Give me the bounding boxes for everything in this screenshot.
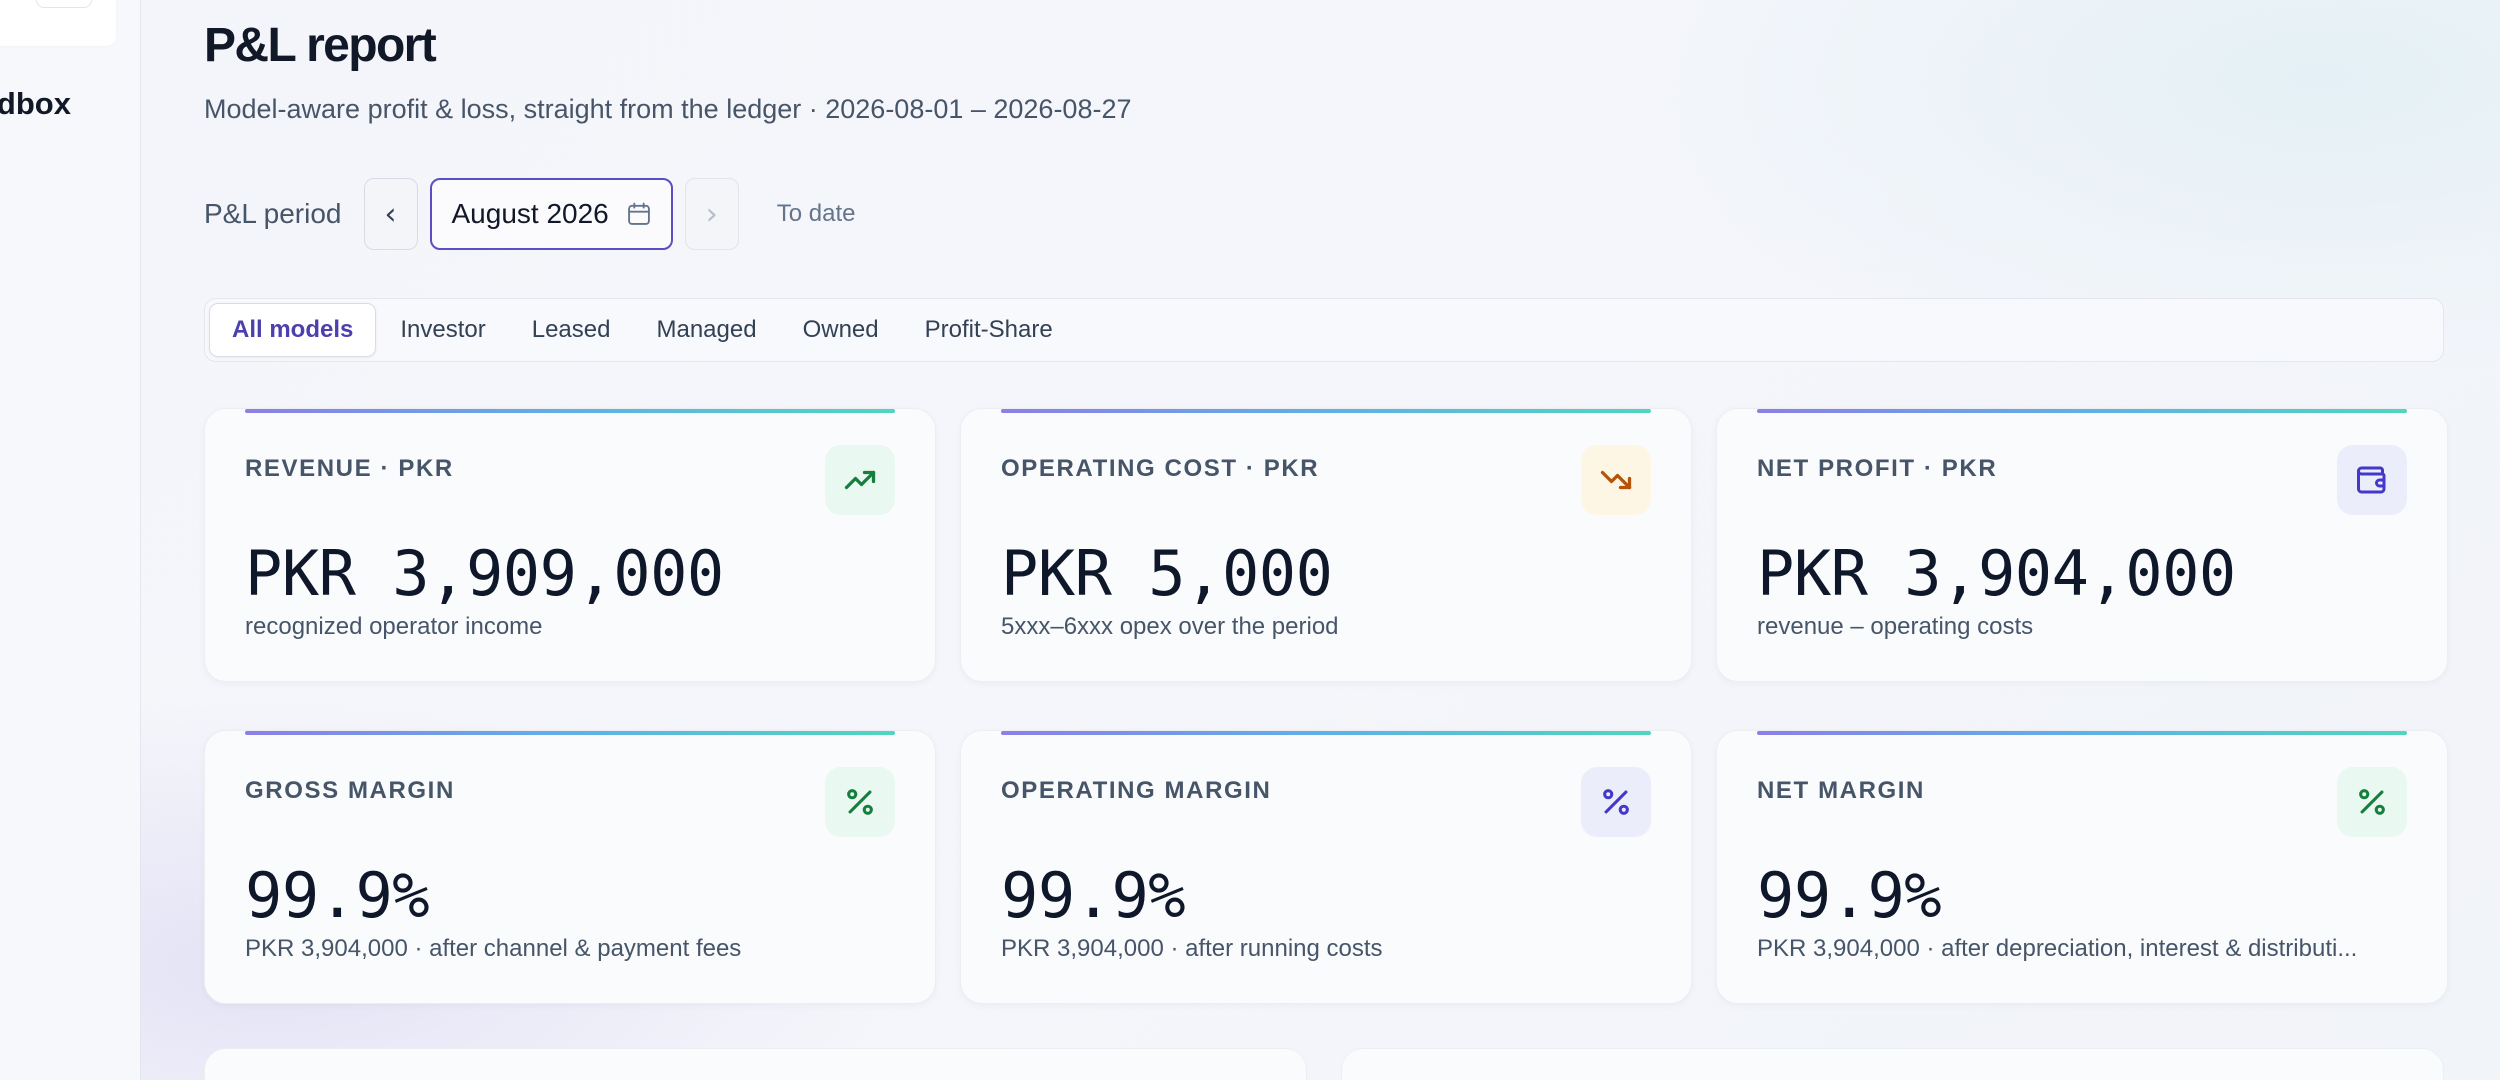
chevron-right-icon: ›: [705, 196, 718, 232]
card-note: 5xxx–6xxx opex over the period: [1001, 613, 1339, 640]
command-search-trigger[interactable]: ⌘K: [0, 0, 116, 46]
card-note: revenue – operating costs: [1757, 613, 2034, 640]
period-label: P&L period: [204, 198, 342, 229]
period-selector: P&L period ‹ August 2026 › To date: [204, 178, 855, 250]
shortcut-hint: ⌘K: [36, 0, 92, 8]
percent-icon: [1581, 767, 1651, 837]
page-subtitle: Model-aware profit & loss, straight from…: [204, 94, 1132, 124]
month-value: August 2026: [451, 198, 609, 229]
card-accent-bar: [1001, 409, 1651, 413]
card-label: REVENUE · PKR: [245, 455, 454, 482]
card-label: NET MARGIN: [1757, 777, 1925, 804]
to-date-label: To date: [776, 200, 856, 227]
trending-down-icon: [1581, 445, 1651, 515]
revenue-card: REVENUE · PKR PKR 3,909,000 recognized o…: [204, 408, 936, 682]
trending-up-icon: [825, 445, 895, 515]
card-value: PKR 3,909,000: [245, 537, 724, 610]
card-accent-bar: [245, 731, 895, 735]
operating-margin-card: OPERATING MARGIN 99.9% PKR 3,904,000 · a…: [960, 730, 1692, 1004]
card-label: OPERATING MARGIN: [1001, 777, 1272, 804]
card-note: PKR 3,904,000 · after channel & payment …: [245, 935, 742, 962]
tab-profit-share[interactable]: Profit-Share: [903, 303, 1075, 357]
kpi-cards: REVENUE · PKR PKR 3,909,000 recognized o…: [204, 408, 2448, 1004]
page-title: P&L report: [204, 19, 437, 72]
card-label: OPERATING COST · PKR: [1001, 455, 1320, 482]
tab-all-models[interactable]: All models: [209, 303, 377, 357]
card-value: PKR 5,000: [1001, 537, 1333, 610]
tab-owned[interactable]: Owned: [781, 303, 901, 357]
calendar-icon: [625, 200, 653, 228]
card-value: PKR 3,904,000: [1757, 537, 2236, 610]
net-profit-card: NET PROFIT · PKR PKR 3,904,000 revenue –…: [1716, 408, 2448, 682]
card-note: PKR 3,904,000 · after running costs: [1001, 935, 1383, 962]
bottom-panel-left: [204, 1048, 1307, 1080]
card-accent-bar: [1001, 731, 1651, 735]
sidebar-brand[interactable]: ndbox: [0, 86, 71, 122]
card-accent-bar: [245, 409, 895, 413]
sidebar: ⌘K ndbox: [0, 0, 141, 1080]
main-content: P&L report Model-aware profit & loss, st…: [204, 0, 2448, 1080]
model-filter-tabs: All models Investor Leased Managed Owned…: [204, 298, 2444, 362]
tab-investor[interactable]: Investor: [378, 303, 507, 357]
tab-leased[interactable]: Leased: [510, 303, 633, 357]
month-picker[interactable]: August 2026: [429, 178, 673, 250]
card-label: GROSS MARGIN: [245, 777, 455, 804]
card-note: recognized operator income: [245, 613, 543, 640]
previous-period-button[interactable]: ‹: [363, 178, 418, 250]
next-period-button[interactable]: ›: [684, 178, 739, 250]
tab-managed[interactable]: Managed: [634, 303, 778, 357]
card-label: NET PROFIT · PKR: [1757, 455, 1998, 482]
wallet-icon: [2337, 445, 2407, 515]
percent-icon: [825, 767, 895, 837]
card-value: 99.9%: [245, 859, 430, 932]
card-value: 99.9%: [1001, 859, 1186, 932]
card-accent-bar: [1757, 731, 2407, 735]
card-accent-bar: [1757, 409, 2407, 413]
percent-icon: [2337, 767, 2407, 837]
chevron-left-icon: ‹: [384, 196, 397, 232]
gross-margin-card: GROSS MARGIN 99.9% PKR 3,904,000 · after…: [204, 730, 936, 1004]
card-value: 99.9%: [1757, 859, 1942, 932]
bottom-panel-right: [1341, 1048, 2444, 1080]
card-note: PKR 3,904,000 · after depreciation, inte…: [1757, 935, 2358, 962]
net-margin-card: NET MARGIN 99.9% PKR 3,904,000 · after d…: [1716, 730, 2448, 1004]
operating-cost-card: OPERATING COST · PKR PKR 5,000 5xxx–6xxx…: [960, 408, 1692, 682]
